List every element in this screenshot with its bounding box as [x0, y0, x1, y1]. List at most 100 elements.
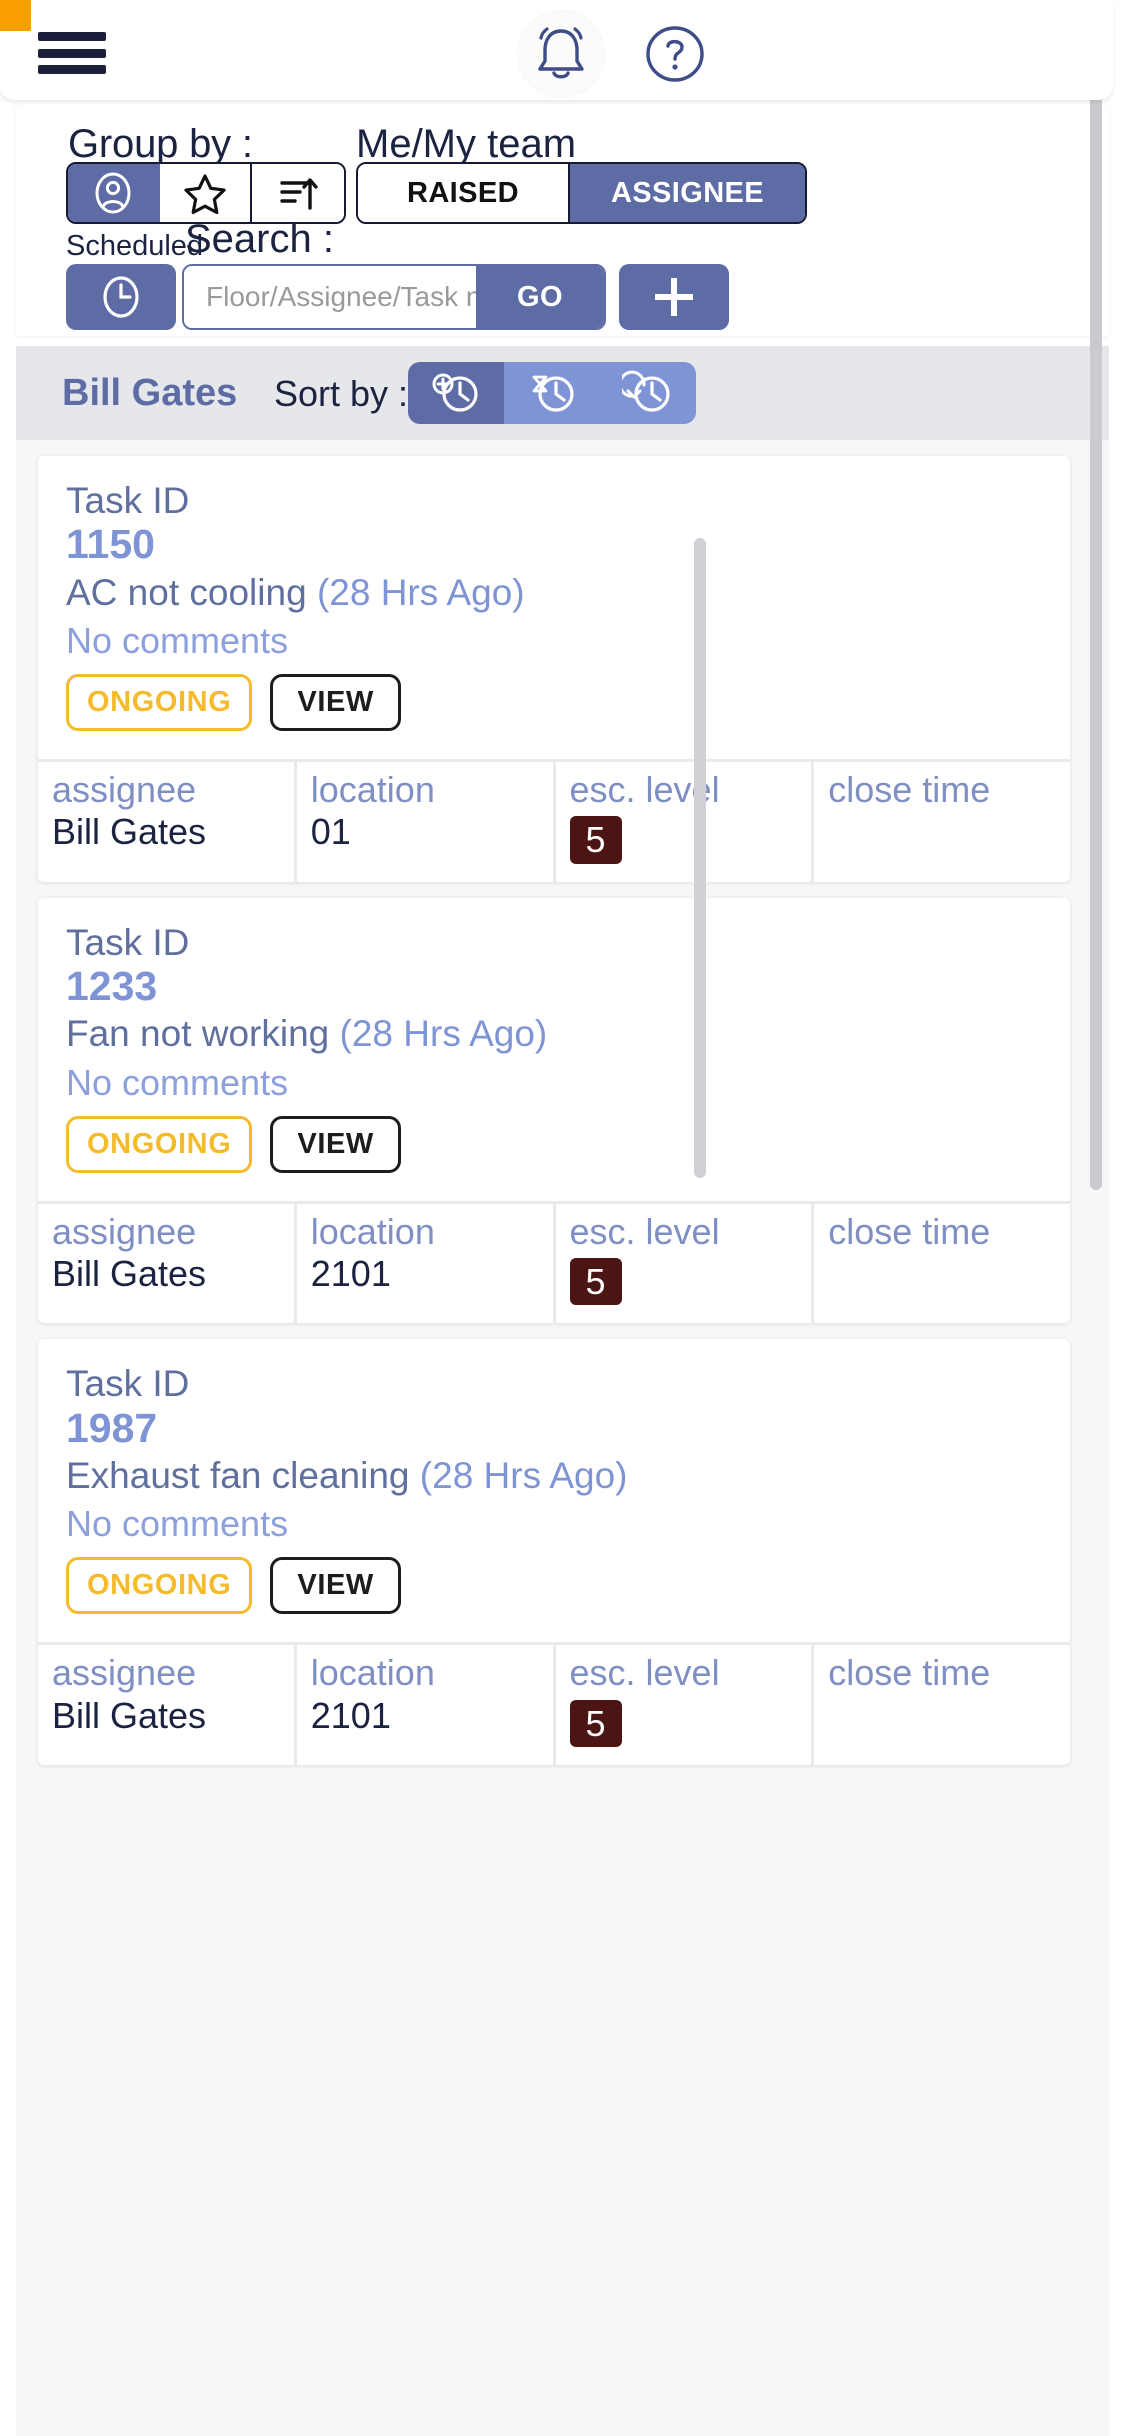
- search-input[interactable]: [184, 266, 476, 328]
- page-scrollbar-thumb[interactable]: [1090, 10, 1102, 1190]
- hamburger-bar: [38, 32, 106, 41]
- detail-header-location: location: [310, 769, 435, 811]
- task-id-value: 1987: [66, 1404, 158, 1451]
- task-title: Exhaust fan cleaning: [66, 1454, 410, 1496]
- plus-icon: [655, 278, 693, 316]
- detail-header-location: location: [310, 1210, 435, 1252]
- detail-col-assignee: assignee Bill Gates: [38, 1203, 297, 1324]
- detail-header-esc-level: esc. level: [569, 1652, 720, 1694]
- task-id-label: Task ID: [66, 1363, 190, 1405]
- sort-by-updated-button[interactable]: [600, 362, 696, 424]
- detail-value-location: 2101: [310, 1253, 391, 1295]
- list-scrollbar-thumb[interactable]: [694, 538, 706, 1178]
- question-mark-icon: [646, 26, 704, 82]
- task-detail-table: assignee Bill Gates location 2101 esc. l…: [38, 1642, 1070, 1765]
- detail-col-assignee: assignee Bill Gates: [38, 762, 297, 882]
- filter-panel: Group by : Me/My team RAISED ASSIGNEE Sc…: [16, 104, 1109, 336]
- scheduled-label: Scheduled: [66, 230, 204, 262]
- status-badge[interactable]: ONGOING: [66, 1557, 253, 1615]
- detail-header-close-time: close time: [828, 1210, 991, 1252]
- help-button[interactable]: [641, 20, 709, 88]
- hamburger-bar: [38, 48, 106, 58]
- group-by-priority-button[interactable]: [160, 164, 252, 222]
- star-icon: [184, 174, 226, 215]
- hamburger-bar: [38, 65, 106, 74]
- detail-header-esc-level: esc. level: [569, 769, 720, 811]
- sort-by-label: Sort by :: [274, 373, 409, 414]
- view-button[interactable]: VIEW: [270, 674, 401, 732]
- person-circle-icon: [95, 172, 131, 214]
- group-by-sort-button[interactable]: [252, 164, 344, 222]
- group-by-segmented-control: [66, 162, 346, 224]
- task-action-row: ONGOING VIEW: [66, 1557, 1042, 1615]
- task-action-row: ONGOING VIEW: [66, 674, 1042, 732]
- detail-col-close-time: close time: [814, 762, 1070, 882]
- task-age: (28 Hrs Ago): [419, 1454, 628, 1496]
- view-button[interactable]: VIEW: [270, 1557, 401, 1615]
- task-id-value: 1150: [66, 521, 155, 568]
- detail-value-location: 2101: [310, 1694, 391, 1736]
- clock-refresh-icon: [622, 370, 670, 412]
- status-badge[interactable]: ONGOING: [66, 674, 253, 732]
- task-list[interactable]: Task ID 1150 AC not cooling (28 Hrs Ago)…: [16, 440, 1109, 2436]
- group-by-label: Group by :: [68, 122, 253, 166]
- group-by-assignee-button[interactable]: [68, 164, 160, 222]
- task-title-row: Exhaust fan cleaning (28 Hrs Ago): [66, 1454, 1042, 1498]
- detail-col-location: location 01: [297, 762, 556, 882]
- detail-col-location: location 2101: [297, 1645, 556, 1765]
- detail-col-close-time: close time: [814, 1204, 1070, 1324]
- detail-value-assignee: Bill Gates: [52, 1253, 207, 1295]
- detail-value-assignee: Bill Gates: [52, 811, 207, 853]
- hamburger-menu-icon[interactable]: [38, 28, 106, 78]
- clock-icon: [103, 276, 139, 318]
- detail-header-close-time: close time: [828, 1652, 991, 1694]
- task-title-row: AC not cooling (28 Hrs Ago): [66, 571, 1042, 615]
- detail-header-close-time: close time: [828, 769, 991, 811]
- esc-level-chip: 5: [569, 1699, 622, 1747]
- detail-header-assignee: assignee: [52, 1652, 197, 1694]
- detail-header-esc-level: esc. level: [569, 1210, 720, 1252]
- task-id-value: 1233: [66, 963, 158, 1010]
- status-badge[interactable]: ONGOING: [66, 1115, 253, 1173]
- task-detail-table: assignee Bill Gates location 2101 esc. l…: [38, 1200, 1070, 1324]
- detail-col-close-time: close time: [814, 1645, 1070, 1765]
- esc-level-chip: 5: [569, 816, 622, 864]
- search-go-button[interactable]: GO: [476, 266, 604, 328]
- task-comments: No comments: [66, 1061, 289, 1103]
- task-card[interactable]: Task ID 1233 Fan not working (28 Hrs Ago…: [38, 897, 1070, 1324]
- clock-plus-icon: [432, 373, 478, 412]
- detail-col-esc-level: esc. level 5: [556, 1203, 815, 1324]
- notification-button[interactable]: [518, 11, 604, 97]
- sort-by-created-button[interactable]: [408, 362, 504, 424]
- filter-assignee-button[interactable]: ASSIGNEE: [570, 164, 805, 222]
- task-title: Fan not working: [66, 1013, 330, 1055]
- scheduled-button[interactable]: [66, 264, 176, 330]
- search-label: Search :: [185, 217, 334, 261]
- task-title-row: Fan not working (28 Hrs Ago): [66, 1012, 1042, 1056]
- task-comments: No comments: [66, 619, 289, 661]
- me-my-team-segmented-control: RAISED ASSIGNEE: [356, 162, 807, 224]
- detail-header-assignee: assignee: [52, 1210, 197, 1252]
- task-card[interactable]: Task ID 1150 AC not cooling (28 Hrs Ago)…: [38, 456, 1070, 882]
- search-box: GO: [182, 264, 606, 330]
- sort-by-pending-button[interactable]: [504, 362, 600, 424]
- filter-raised-button[interactable]: RAISED: [358, 164, 570, 222]
- task-comments: No comments: [66, 1503, 289, 1545]
- detail-col-location: location 2101: [297, 1203, 556, 1324]
- task-card[interactable]: Task ID 1987 Exhaust fan cleaning (28 Hr…: [38, 1339, 1070, 1765]
- detail-header-location: location: [310, 1652, 435, 1694]
- esc-level-chip: 5: [569, 1258, 622, 1306]
- task-age: (28 Hrs Ago): [339, 1013, 548, 1055]
- task-id-label: Task ID: [66, 480, 190, 521]
- task-card-body: Task ID 1987 Exhaust fan cleaning (28 Hr…: [38, 1363, 1070, 1626]
- sort-lines-up-arrow-icon: [280, 178, 318, 210]
- me-my-team-label: Me/My team: [356, 122, 577, 166]
- detail-value-location: 01: [310, 811, 351, 853]
- detail-col-esc-level: esc. level 5: [556, 1645, 815, 1765]
- view-button[interactable]: VIEW: [270, 1115, 401, 1173]
- sort-by-segmented-control: [408, 362, 696, 424]
- task-detail-table: assignee Bill Gates location 01 esc. lev…: [38, 759, 1070, 882]
- add-task-button[interactable]: [619, 264, 729, 330]
- task-id-label: Task ID: [66, 921, 190, 963]
- task-card-body: Task ID 1150 AC not cooling (28 Hrs Ago)…: [38, 480, 1070, 743]
